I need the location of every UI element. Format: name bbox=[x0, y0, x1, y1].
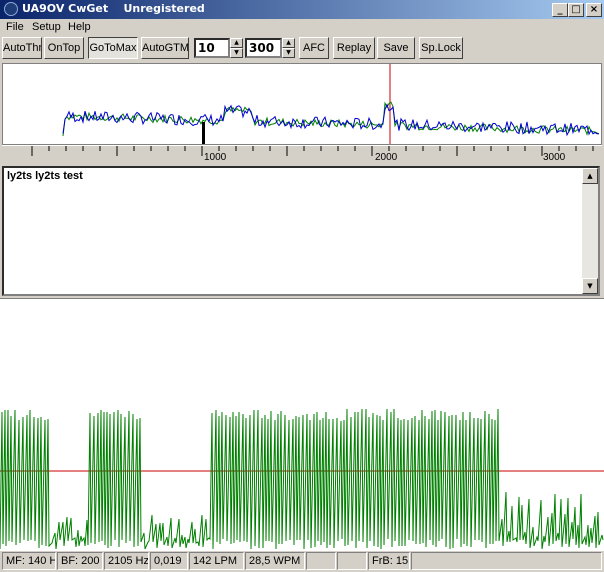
decoded-text-pane[interactable]: ly2ts ly2ts test ▲ ▼ bbox=[2, 166, 600, 296]
splock-button[interactable]: Sp.Lock bbox=[419, 37, 463, 59]
status-frb: FrB: 15 bbox=[368, 552, 410, 570]
vertical-scrollbar[interactable]: ▲ ▼ bbox=[582, 168, 598, 294]
threshold-spinner[interactable]: ▲ ▼ bbox=[230, 38, 243, 58]
maximize-icon[interactable]: □ bbox=[568, 3, 584, 17]
spin-down-icon[interactable]: ▼ bbox=[230, 48, 243, 58]
status-empty-2 bbox=[337, 552, 367, 570]
menu-file[interactable]: File bbox=[6, 21, 24, 33]
status-empty-3 bbox=[411, 552, 602, 570]
spectrum-plot bbox=[62, 64, 600, 144]
scale-label-2000: 2000 bbox=[375, 152, 398, 163]
signal-trace bbox=[0, 408, 604, 550]
scroll-up-icon[interactable]: ▲ bbox=[582, 168, 598, 184]
spectrum-trace-green bbox=[62, 101, 600, 137]
afc-button[interactable]: AFC bbox=[299, 37, 329, 59]
menu-help[interactable]: Help bbox=[68, 21, 91, 33]
menu-setup[interactable]: Setup bbox=[32, 21, 61, 33]
close-icon[interactable]: × bbox=[586, 3, 602, 17]
signal-scope[interactable] bbox=[0, 298, 604, 551]
autogtm-button[interactable]: AutoGTM bbox=[141, 37, 189, 59]
spin-up-icon[interactable]: ▲ bbox=[230, 38, 243, 48]
speed-field[interactable]: 300 bbox=[245, 38, 282, 58]
window-title: UA9OV CwGet Unregistered bbox=[22, 2, 205, 15]
status-value: 0,019 bbox=[150, 552, 188, 570]
spin-down-icon[interactable]: ▼ bbox=[282, 48, 295, 58]
scroll-down-icon[interactable]: ▼ bbox=[582, 278, 598, 294]
signal-waveform bbox=[0, 408, 604, 550]
threshold-field[interactable]: 10 bbox=[194, 38, 230, 58]
scale-label-1000: 1000 bbox=[204, 152, 227, 163]
status-bf: BF: 200 bbox=[57, 552, 103, 570]
gotomax-button[interactable]: GoToMax bbox=[88, 37, 138, 59]
frequency-scale[interactable]: 1000 2000 3000 bbox=[2, 145, 602, 164]
speed-spinner[interactable]: ▲ ▼ bbox=[282, 38, 295, 58]
save-button[interactable]: Save bbox=[377, 37, 415, 59]
spin-up-icon[interactable]: ▲ bbox=[282, 38, 295, 48]
status-wpm: 28,5 WPM bbox=[245, 552, 305, 570]
replay-button[interactable]: Replay bbox=[333, 37, 375, 59]
scale-label-3000: 3000 bbox=[543, 152, 566, 163]
status-lpm: 142 LPM bbox=[189, 552, 244, 570]
status-frequency: 2105 Hz bbox=[104, 552, 149, 570]
scale-ticks bbox=[31, 146, 594, 156]
minimize-icon[interactable]: _ bbox=[552, 3, 568, 17]
spectrum-display[interactable] bbox=[2, 63, 602, 145]
app-icon bbox=[4, 2, 18, 16]
ontop-button[interactable]: OnTop bbox=[44, 37, 84, 59]
status-bar: MF: 140 Hz BF: 200 2105 Hz 0,019 142 LPM… bbox=[0, 551, 604, 572]
title-bar: UA9OV CwGet Unregistered _ □ × bbox=[0, 0, 604, 19]
status-mf: MF: 140 Hz bbox=[2, 552, 56, 570]
status-empty-1 bbox=[306, 552, 336, 570]
signal-marker bbox=[202, 122, 205, 144]
decoded-text: ly2ts ly2ts test bbox=[7, 170, 83, 182]
autothr-button[interactable]: AutoThr bbox=[2, 37, 42, 59]
